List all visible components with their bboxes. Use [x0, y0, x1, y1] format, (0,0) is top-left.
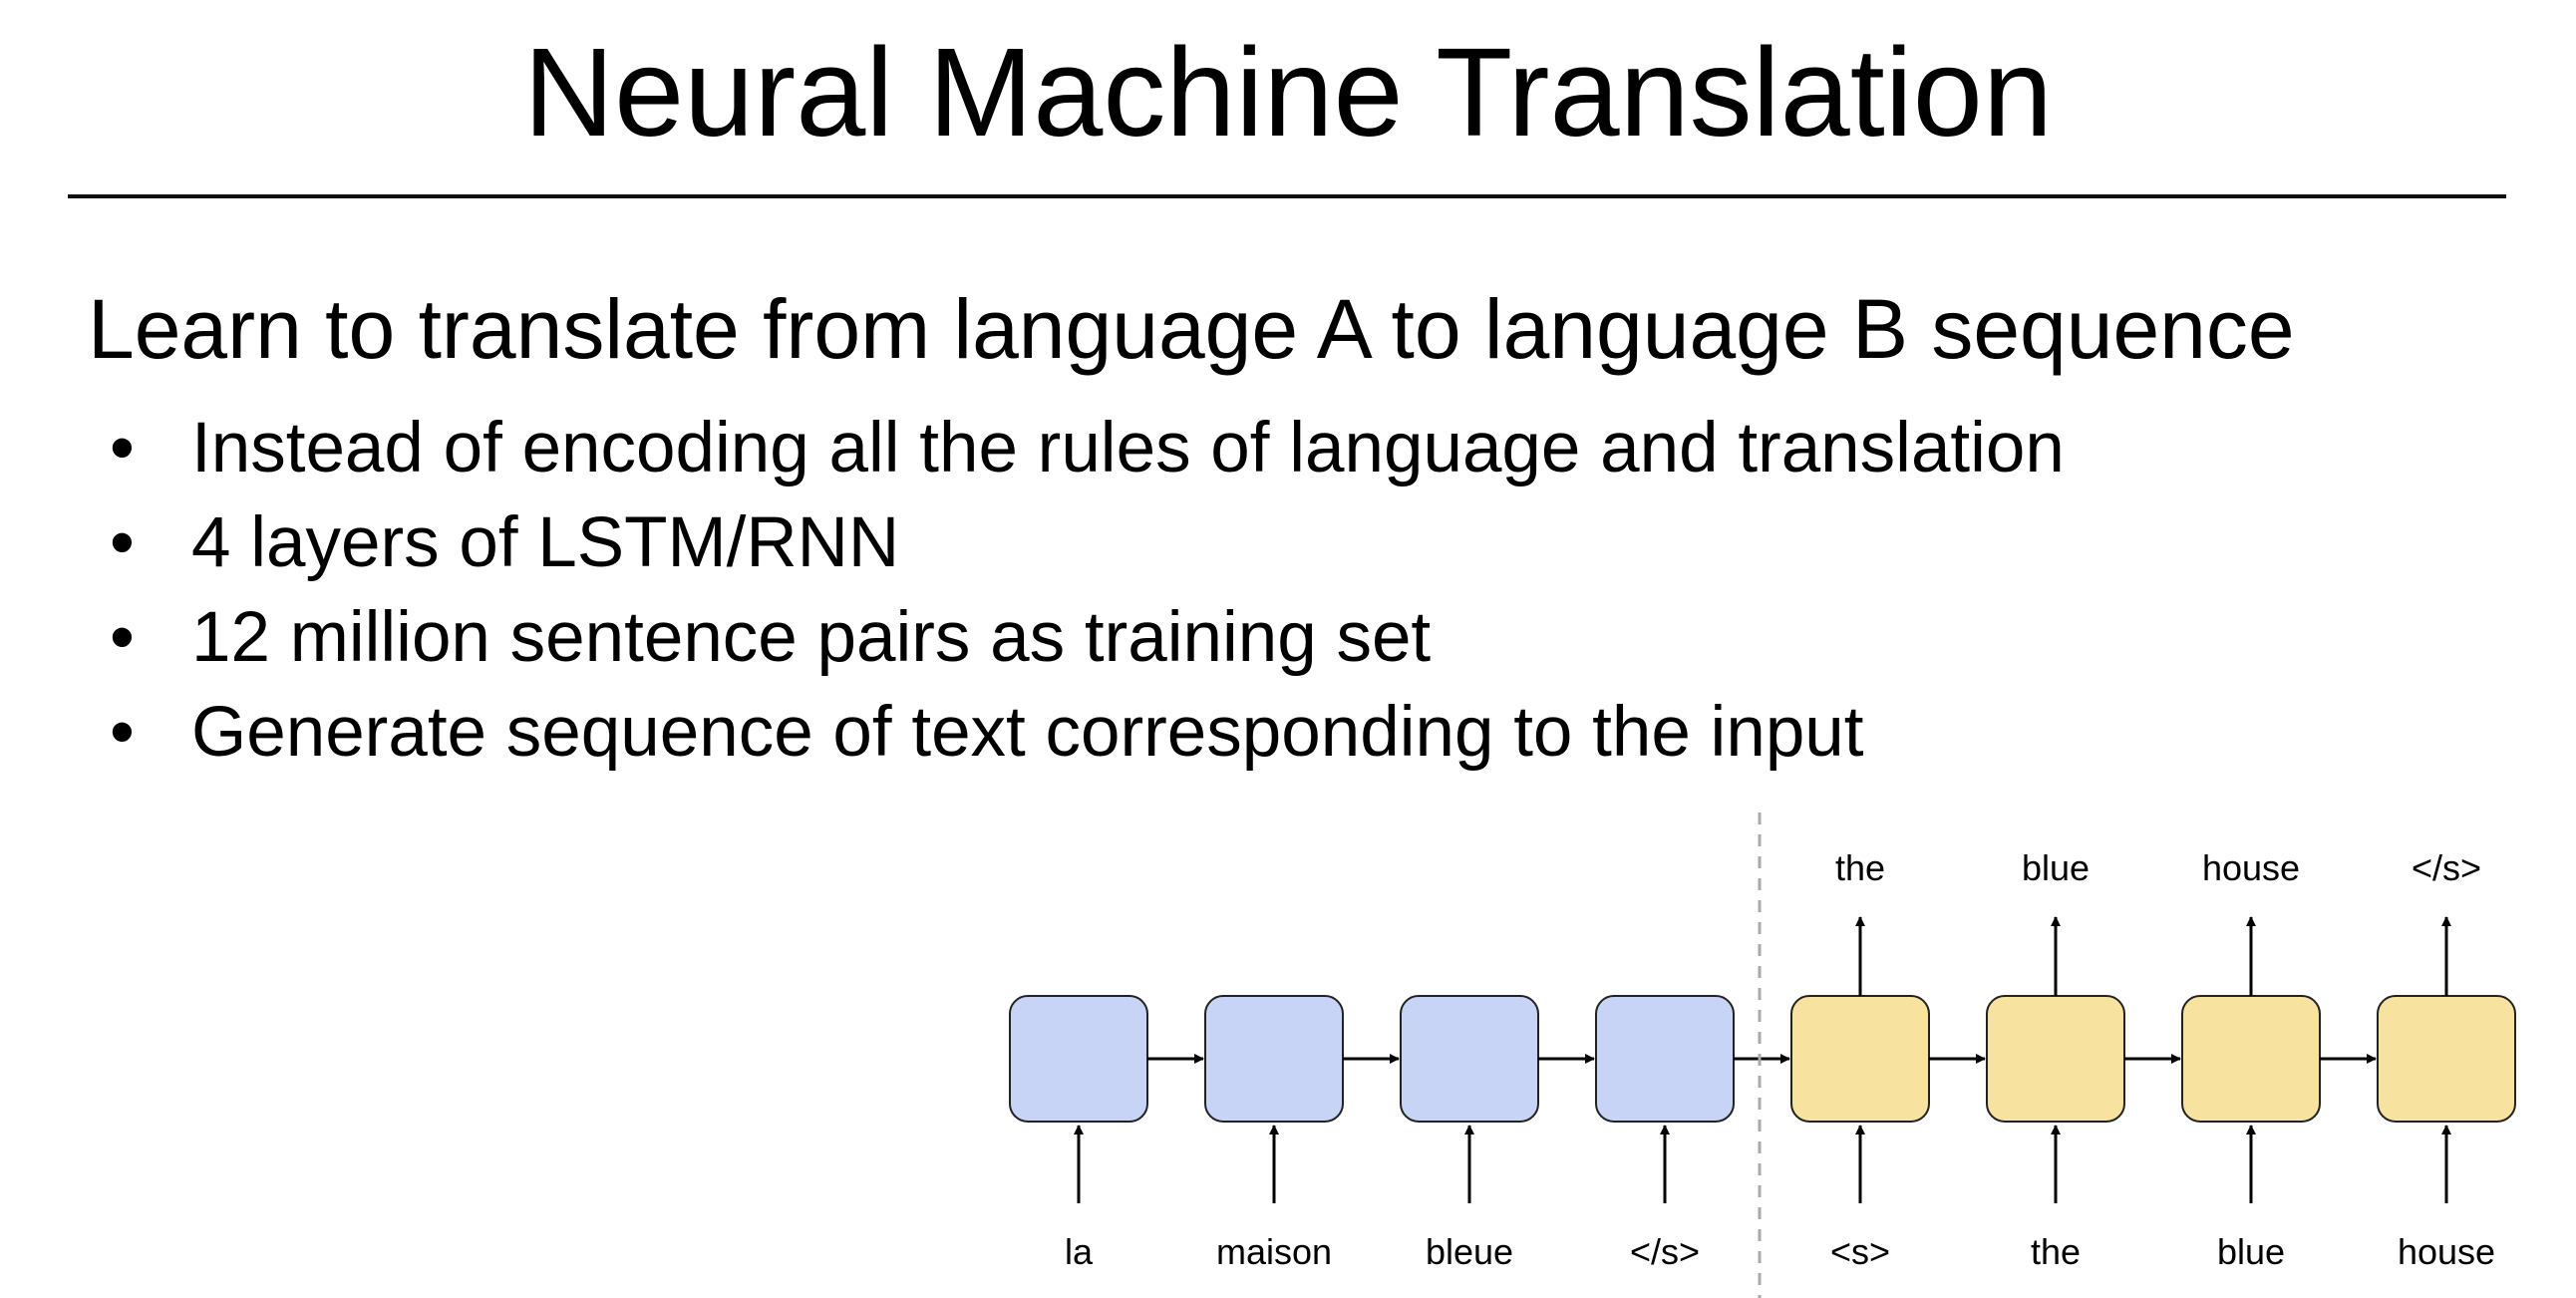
encoder-input-token: bleue — [1426, 1231, 1513, 1272]
encoder-input-token: </s> — [1630, 1231, 1700, 1272]
encoder-input-token: la — [1065, 1231, 1094, 1272]
decoder-cell — [2377, 995, 2516, 1123]
decoder-cell — [2181, 995, 2321, 1123]
decoder-output-token: the — [1835, 847, 1885, 888]
seq2seq-diagram: la maison bleue </s> <s> the the blue blue house h… — [1009, 812, 2516, 1298]
encoder-cell — [1595, 995, 1735, 1123]
encoder-input-token: maison — [1216, 1231, 1332, 1272]
decoder-cell — [1790, 995, 1930, 1123]
encoder-cell — [1204, 995, 1344, 1123]
decoder-cell — [1986, 995, 2125, 1123]
decoder-input-token: the — [2031, 1231, 2081, 1272]
decoder-input-token: <s> — [1830, 1231, 1890, 1272]
decoder-input-token: blue — [2217, 1231, 2285, 1272]
decoder-input-token: house — [2398, 1231, 2495, 1272]
encoder-cell — [1009, 995, 1148, 1123]
decoder-output-token: house — [2202, 847, 2300, 888]
encoder-cell — [1400, 995, 1539, 1123]
decoder-output-token: blue — [2022, 847, 2090, 888]
decoder-output-token: </s> — [2412, 847, 2481, 888]
